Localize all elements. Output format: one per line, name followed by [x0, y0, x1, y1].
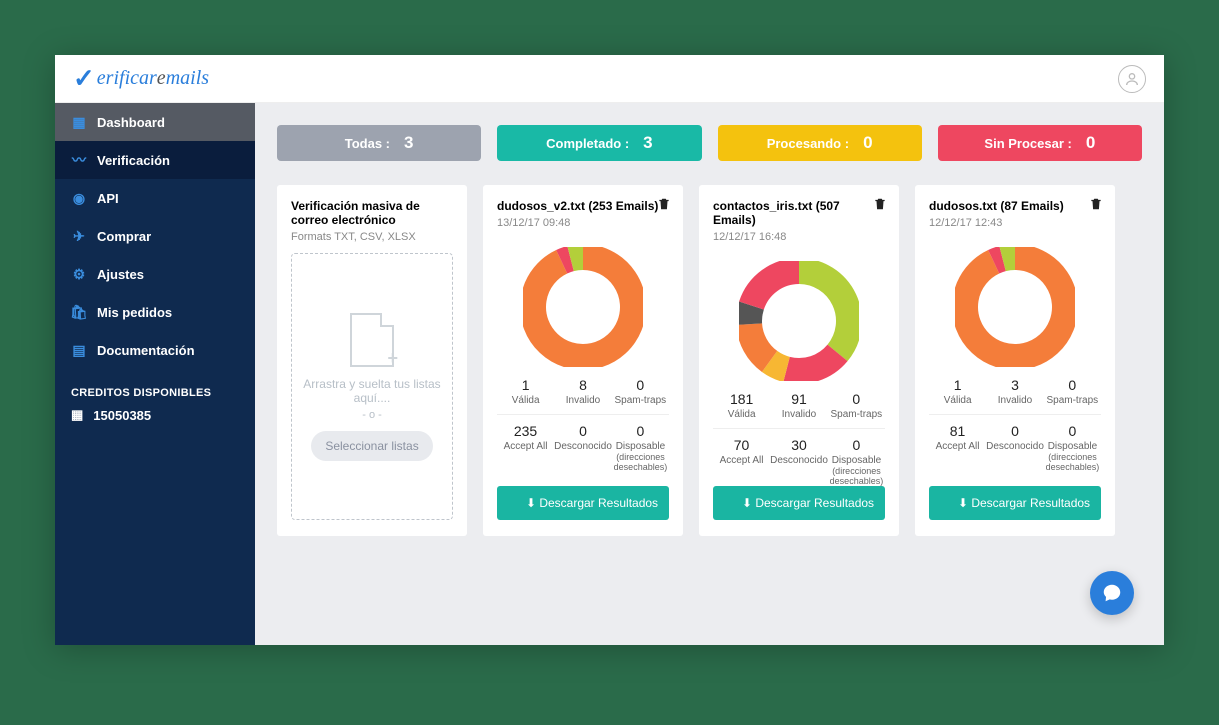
check-icon: ✓ — [73, 64, 95, 94]
dropzone-or: - o - — [362, 409, 382, 421]
result-date: 13/12/17 09:48 — [497, 217, 669, 229]
stats-row: 1Válida3Invalido0Spam-traps — [929, 377, 1101, 415]
download-icon — [940, 497, 952, 509]
bag-icon: 🛍 — [71, 304, 87, 320]
chat-fab[interactable] — [1090, 571, 1134, 615]
stats-row: 181Válida91Invalido0Spam-traps — [713, 391, 885, 429]
upload-card: Verificación masiva de correo electrónic… — [277, 185, 467, 536]
trash-icon — [873, 197, 887, 211]
sidebar-item-label: Verificación — [97, 153, 170, 168]
result-card: dudosos_v2.txt (253 Emails) 13/12/17 09:4… — [483, 185, 683, 536]
donut-chart — [739, 261, 859, 381]
download-icon — [724, 497, 736, 509]
sidebar-item-dashboard[interactable]: ▦ Dashboard — [55, 103, 255, 141]
donut-chart — [523, 247, 643, 367]
status-completado[interactable]: Completado :3 — [497, 125, 701, 161]
download-icon — [508, 497, 520, 509]
sidebar-item-label: Mis pedidos — [97, 305, 172, 320]
stats-row: 70Accept All30Desconocido0Disposable(dir… — [713, 437, 885, 486]
status-procesando[interactable]: Procesando :0 — [718, 125, 922, 161]
download-button[interactable]: ⬇ Descargar Resultados — [497, 486, 669, 520]
download-button[interactable]: ⬇ Descargar Resultados — [713, 486, 885, 520]
sidebar-item-label: Dashboard — [97, 115, 165, 130]
dropzone-text: Arrastra y suelta tus listas aquí.... — [298, 377, 446, 405]
app-window: ✓ erificar e mails ▦ Dashboard 〰 Verificac… — [55, 55, 1164, 645]
header: ✓ erificar e mails — [55, 55, 1164, 103]
chat-icon — [1101, 582, 1123, 604]
delete-button[interactable] — [657, 197, 671, 216]
donut-chart — [955, 247, 1075, 367]
status-todas[interactable]: Todas :3 — [277, 125, 481, 161]
sidebar-item-verificacion[interactable]: 〰 Verificación — [55, 141, 255, 179]
upload-formats: Formats TXT, CSV, XLSX — [291, 231, 453, 243]
result-title: dudosos.txt (87 Emails) — [929, 199, 1101, 213]
dropzone[interactable]: Arrastra y suelta tus listas aquí.... - … — [291, 253, 453, 520]
sidebar: ▦ Dashboard 〰 Verificación ◉ API ✈ Comprar ⚙… — [55, 103, 255, 645]
file-icon — [350, 313, 394, 367]
trash-icon — [657, 197, 671, 211]
credits-icon: ▦ — [71, 407, 83, 423]
result-card: contactos_iris.txt (507 Emails) 12/12/17 … — [699, 185, 899, 536]
result-date: 12/12/17 16:48 — [713, 231, 885, 243]
dashboard-icon: ▦ — [71, 114, 87, 130]
result-date: 12/12/17 12:43 — [929, 217, 1101, 229]
trash-icon — [1089, 197, 1103, 211]
api-icon: ◉ — [71, 190, 87, 206]
sidebar-item-ajustes[interactable]: ⚙ Ajustes — [55, 255, 255, 293]
sidebar-item-label: Ajustes — [97, 267, 144, 282]
credits-value: ▦15050385 — [55, 407, 255, 423]
status-sin-procesar[interactable]: Sin Procesar :0 — [938, 125, 1142, 161]
result-card: dudosos.txt (87 Emails) 12/12/17 12:43 1Vá… — [915, 185, 1115, 536]
stats-row: 1Válida8Invalido0Spam-traps — [497, 377, 669, 415]
gear-icon: ⚙ — [71, 266, 87, 282]
delete-button[interactable] — [1089, 197, 1103, 216]
download-button[interactable]: ⬇ Descargar Resultados — [929, 486, 1101, 520]
sidebar-item-comprar[interactable]: ✈ Comprar — [55, 217, 255, 255]
stats-row: 81Accept All0Desconocido0Disposable(dire… — [929, 423, 1101, 472]
result-title: dudosos_v2.txt (253 Emails) — [497, 199, 669, 213]
pulse-icon: 〰 — [71, 152, 87, 168]
user-icon — [1124, 71, 1140, 87]
send-icon: ✈ — [71, 228, 87, 244]
upload-title: Verificación masiva de correo electrónic… — [291, 199, 453, 227]
sidebar-item-label: API — [97, 191, 119, 206]
stats-row: 235Accept All0Desconocido0Disposable(dir… — [497, 423, 669, 472]
status-row: Todas :3 Completado :3 Procesando :0 Sin… — [277, 125, 1142, 161]
logo: ✓ erificar e mails — [73, 64, 209, 94]
cards-row: Verificación masiva de correo electrónic… — [277, 185, 1142, 536]
user-avatar[interactable] — [1118, 65, 1146, 93]
doc-icon: ▤ — [71, 342, 87, 358]
sidebar-item-documentacion[interactable]: ▤ Documentación — [55, 331, 255, 369]
sidebar-item-label: Documentación — [97, 343, 195, 358]
result-title: contactos_iris.txt (507 Emails) — [713, 199, 885, 227]
select-lists-button[interactable]: Seleccionar listas — [311, 431, 432, 461]
sidebar-item-pedidos[interactable]: 🛍 Mis pedidos — [55, 293, 255, 331]
delete-button[interactable] — [873, 197, 887, 216]
sidebar-item-label: Comprar — [97, 229, 151, 244]
credits-title: CREDITOS DISPONIBLES — [55, 369, 255, 407]
sidebar-item-api[interactable]: ◉ API — [55, 179, 255, 217]
main-content: Todas :3 Completado :3 Procesando :0 Sin… — [255, 103, 1164, 645]
